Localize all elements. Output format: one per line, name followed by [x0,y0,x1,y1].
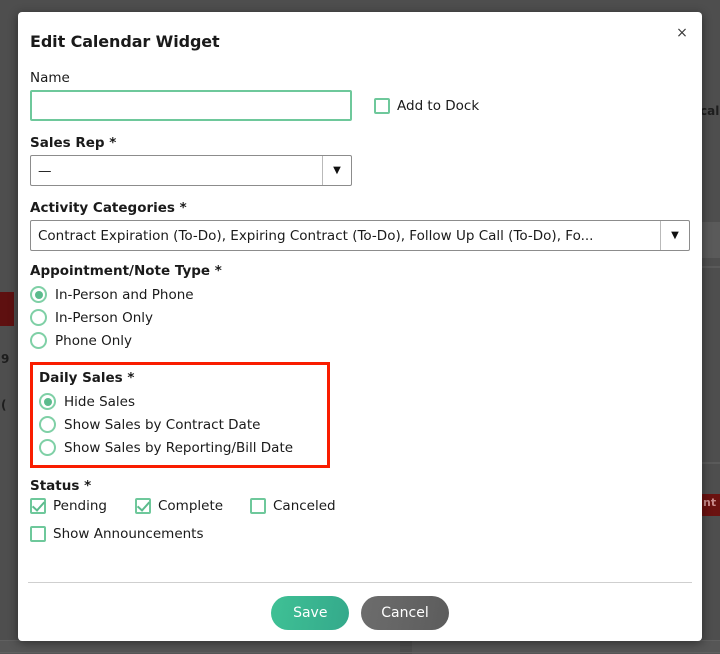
radio-icon[interactable] [30,309,47,326]
status-checkbox-pending-box[interactable] [30,498,46,514]
sales-rep-field-group: Sales Rep * — ▼ [30,135,690,186]
status-checkbox-canceled[interactable]: Canceled [250,498,336,514]
name-label: Name [30,70,70,86]
background-band-1 [700,222,720,258]
chevron-down-icon[interactable]: ▼ [660,221,689,250]
appointment-note-type-group: Appointment/Note Type * In-Person and Ph… [30,263,690,352]
background-text-left-2: ( [1,398,7,412]
chevron-down-icon[interactable]: ▼ [322,156,351,185]
show-announcements-group: Show Announcements [30,526,690,546]
show-announcements-label: Show Announcements [53,526,204,542]
status-group: Status * Pending Complete Canceled [30,478,690,514]
radio-appointment-phone-only[interactable]: Phone Only [30,329,690,352]
radio-icon[interactable] [30,332,47,349]
radio-icon[interactable] [39,416,56,433]
radio-label: Phone Only [55,332,133,349]
status-checkbox-complete[interactable]: Complete [135,498,250,514]
cancel-button[interactable]: Cancel [361,596,449,630]
background-text-left-1: 9 [1,352,10,366]
footer-divider [28,582,692,583]
add-to-dock-checkbox-box[interactable] [374,98,390,114]
background-rule-2 [0,652,720,653]
name-input[interactable] [30,90,352,121]
radio-label: Hide Sales [64,393,136,410]
background-text-right-1: cal [700,104,720,118]
radio-daily-sales-by-reporting-bill-date[interactable]: Show Sales by Reporting/Bill Date [39,436,319,459]
add-to-dock-checkbox[interactable]: Add to Dock [374,98,479,121]
background-band-3 [700,462,720,464]
status-checkbox-complete-label: Complete [158,498,224,514]
name-row: Name Add to Dock [30,70,690,121]
radio-appointment-in-person-only[interactable]: In-Person Only [30,306,690,329]
sales-rep-select[interactable]: — ▼ [30,155,352,186]
dialog-form: Name Add to Dock Sales Rep * — ▼ Activit… [30,70,690,546]
show-announcements-checkbox-box[interactable] [30,526,46,542]
radio-icon-selected[interactable] [39,393,56,410]
radio-daily-sales-hide-sales[interactable]: Hide Sales [39,390,319,413]
activity-categories-label: Activity Categories * [30,200,187,216]
name-field-group: Name [30,70,352,121]
radio-icon-selected[interactable] [30,286,47,303]
dialog-title: Edit Calendar Widget [30,32,220,51]
radio-label: Show Sales by Reporting/Bill Date [64,439,294,456]
status-checkbox-pending-label: Pending [53,498,107,514]
close-icon[interactable]: × [671,22,693,44]
daily-sales-label: Daily Sales * [39,370,135,386]
status-checkbox-row: Pending Complete Canceled [30,498,690,514]
activity-categories-field-group: Activity Categories * Contract Expiratio… [30,200,690,251]
status-checkbox-pending[interactable]: Pending [30,498,135,514]
status-checkbox-canceled-label: Canceled [273,498,336,514]
radio-daily-sales-by-contract-date[interactable]: Show Sales by Contract Date [39,413,319,436]
activity-categories-select[interactable]: Contract Expiration (To-Do), Expiring Co… [30,220,690,251]
status-label: Status * [30,478,92,494]
daily-sales-group-highlighted: Daily Sales * Hide Sales Show Sales by C… [30,362,330,468]
appointment-note-type-label: Appointment/Note Type * [30,263,222,279]
status-checkbox-complete-box[interactable] [135,498,151,514]
background-band-2 [700,266,720,268]
background-red-badge-right: nt [702,494,720,516]
radio-appointment-in-person-and-phone[interactable]: In-Person and Phone [30,283,690,306]
background-red-block-left [0,292,14,326]
activity-categories-selected-value: Contract Expiration (To-Do), Expiring Co… [38,227,594,244]
edit-calendar-widget-dialog: × Edit Calendar Widget Name Add to Dock … [18,12,702,641]
add-to-dock-label: Add to Dock [397,98,480,114]
radio-label: In-Person Only [55,309,153,326]
save-button[interactable]: Save [271,596,350,630]
radio-label: In-Person and Phone [55,286,194,303]
sales-rep-label: Sales Rep * [30,135,117,151]
dialog-footer: Save Cancel [18,596,702,630]
radio-icon[interactable] [39,439,56,456]
radio-label: Show Sales by Contract Date [64,416,261,433]
show-announcements-checkbox[interactable]: Show Announcements [30,526,204,542]
sales-rep-selected-value: — [38,162,52,179]
status-checkbox-canceled-box[interactable] [250,498,266,514]
